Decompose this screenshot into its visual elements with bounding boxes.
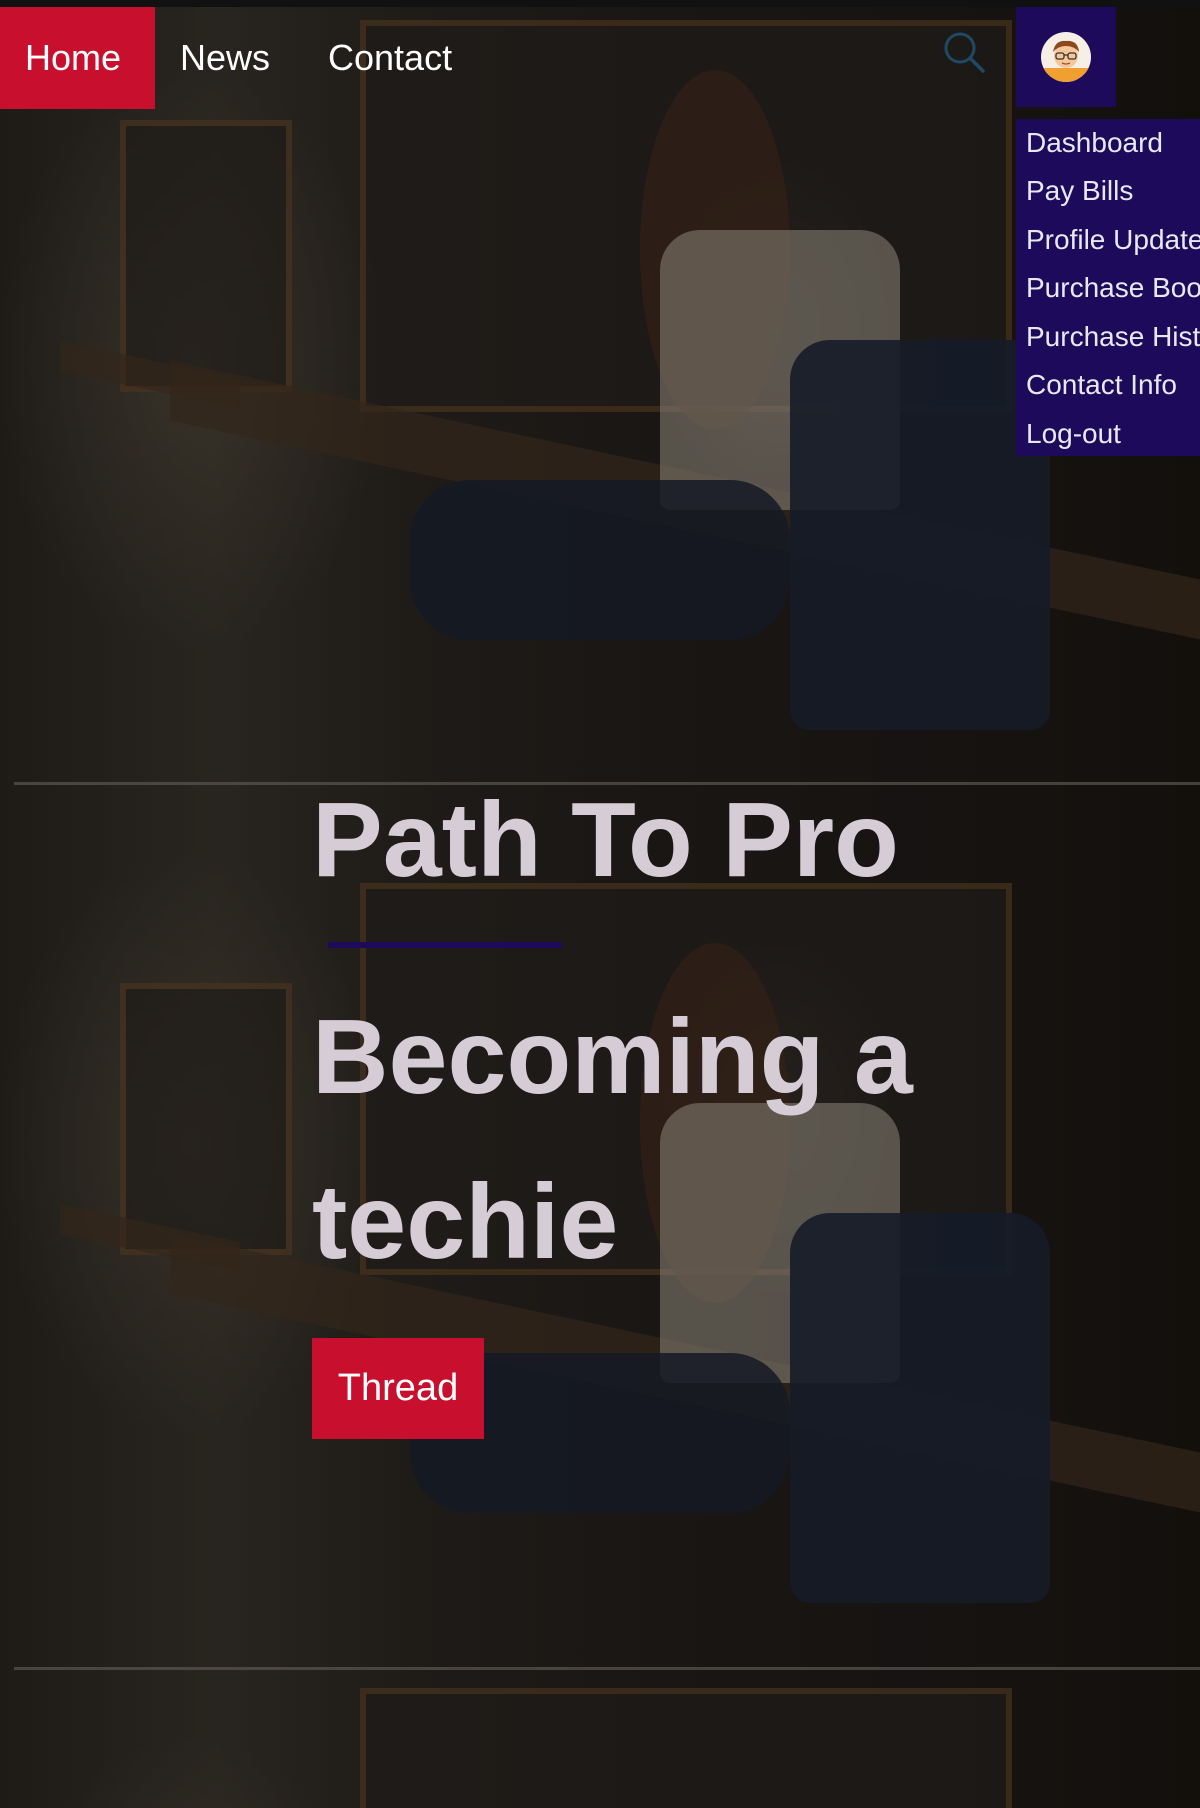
menu-item-purchase-history[interactable]: Purchase History: [1026, 313, 1200, 361]
user-menu-button[interactable]: [1016, 7, 1116, 107]
user-dropdown-menu: Dashboard Pay Bills Profile Update Purch…: [1016, 119, 1200, 456]
menu-item-pay-bills[interactable]: Pay Bills: [1026, 167, 1133, 215]
hero-title-underline: [328, 942, 562, 948]
hero-background-image: [0, 1668, 1200, 1808]
menu-item-contact-info[interactable]: Contact Info: [1026, 361, 1177, 409]
thread-button[interactable]: Thread: [312, 1338, 484, 1439]
nav-home-link[interactable]: Home: [0, 7, 155, 109]
menu-item-log-out[interactable]: Log-out: [1026, 410, 1121, 456]
section-divider: [14, 1667, 1200, 1670]
nav-news-link[interactable]: News: [155, 7, 295, 109]
hero-subtitle: Becoming a techie: [312, 998, 913, 1281]
nav-contact-link[interactable]: Contact: [303, 7, 477, 109]
top-strip: [0, 0, 1200, 7]
search-icon[interactable]: [942, 30, 986, 74]
menu-item-dashboard[interactable]: Dashboard: [1026, 119, 1163, 167]
hero-title: Path To Pro: [312, 781, 899, 899]
user-avatar-icon: [1041, 32, 1091, 82]
menu-item-purchase-book[interactable]: Purchase Book: [1026, 264, 1200, 312]
menu-item-profile-update[interactable]: Profile Update: [1026, 216, 1200, 264]
